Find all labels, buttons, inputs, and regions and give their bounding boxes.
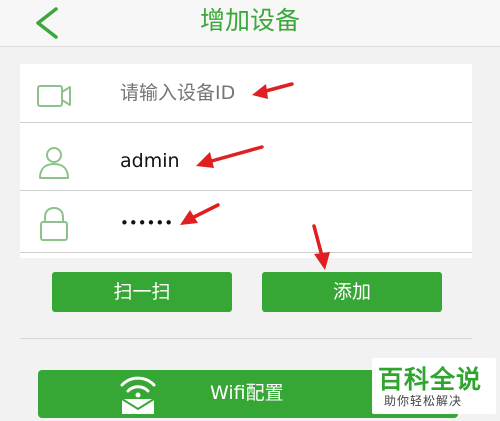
device-id-row	[20, 64, 472, 123]
lock-icon	[40, 206, 68, 241]
camera-icon	[37, 85, 71, 107]
add-button[interactable]: 添加	[262, 272, 442, 312]
scan-button[interactable]: 扫一扫	[52, 272, 232, 312]
page-title: 增加设备	[199, 6, 300, 35]
wifi-envelope-icon	[120, 376, 156, 414]
device-form: admin ••••••	[20, 64, 472, 258]
username-input[interactable]: admin	[120, 132, 450, 190]
divider	[20, 338, 472, 339]
password-input[interactable]: ••••••	[120, 194, 450, 252]
watermark-subtitle: 助你轻松解决	[384, 394, 463, 408]
username-row: admin	[20, 132, 472, 191]
device-id-input[interactable]	[120, 64, 450, 122]
user-icon	[39, 147, 69, 179]
password-row: ••••••	[20, 194, 472, 253]
wifi-config-label: Wifi配置	[210, 382, 284, 404]
watermark-title: 百科全说	[378, 365, 483, 394]
watermark-logo: 百科全说 助你轻松解决	[372, 358, 496, 414]
header-bar: 增加设备	[0, 0, 500, 47]
